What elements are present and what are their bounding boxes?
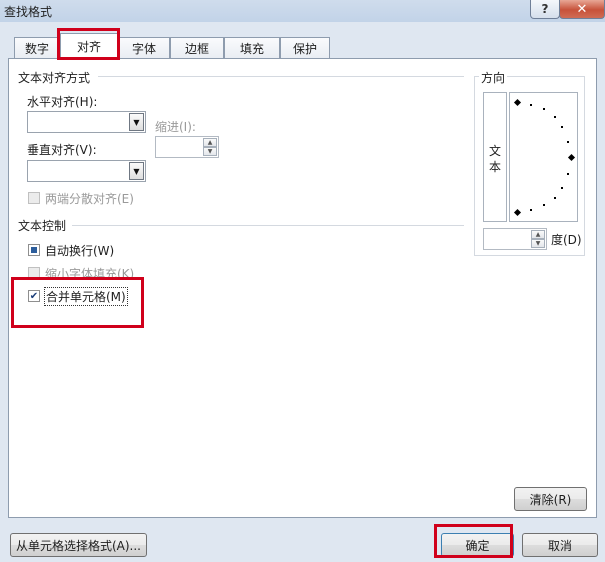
orientation-tick [561, 187, 563, 189]
chevron-down-icon[interactable]: ▼ [203, 147, 217, 156]
tab-fill[interactable]: 填充 [224, 37, 280, 58]
orientation-tick [567, 141, 569, 143]
clear-button[interactable]: 清除(R) [514, 487, 587, 511]
wrap-text-checkbox[interactable] [28, 244, 40, 256]
chevron-down-icon[interactable]: ▼ [531, 239, 545, 248]
horizontal-align-label: 水平对齐(H): [27, 95, 98, 109]
dialog-title: 查找格式 [4, 5, 53, 19]
justify-distributed-checkbox[interactable] [28, 192, 40, 204]
chevron-down-icon[interactable]: ▼ [129, 162, 144, 180]
orientation-tick [567, 173, 569, 175]
section-divider [72, 225, 464, 226]
degrees-stepper[interactable]: ▲ ▼ [531, 230, 545, 248]
indent-label: 缩进(I): [155, 120, 196, 134]
title-bar [0, 0, 605, 22]
text-control-section-title: 文本控制 [18, 217, 67, 234]
degrees-label: 度(D) [551, 233, 582, 247]
indeterminate-mark [31, 247, 37, 253]
chevron-up-icon[interactable]: ▲ [203, 138, 217, 147]
highlight-merge-cells [11, 277, 144, 328]
orientation-marker-horizontal [567, 153, 576, 162]
section-divider [98, 76, 464, 77]
orientation-tick [543, 204, 545, 206]
degrees-spinner[interactable]: ▲ ▼ [483, 228, 547, 250]
highlight-ok-button [434, 524, 513, 558]
tab-border[interactable]: 边框 [170, 37, 224, 58]
tab-number[interactable]: 数字 [14, 37, 60, 58]
tab-font[interactable]: 字体 [118, 37, 170, 58]
indent-stepper[interactable]: ▲ ▼ [203, 138, 217, 156]
orientation-section-title: 方向 [479, 69, 508, 86]
close-button[interactable]: ✕ [559, 0, 605, 19]
help-icon: ? [541, 2, 549, 16]
orientation-tick [543, 108, 545, 110]
highlight-alignment-tab [57, 28, 120, 60]
chevron-up-icon[interactable]: ▲ [531, 230, 545, 239]
vertical-text-label: 文本 [489, 144, 502, 174]
horizontal-align-select[interactable]: ▼ [27, 111, 146, 133]
orientation-tick [530, 104, 532, 106]
orientation-marker-top [513, 98, 522, 107]
justify-distributed-label: 两端分散对齐(E) [45, 192, 134, 206]
orientation-tick [554, 116, 556, 118]
orientation-tick [530, 209, 532, 211]
alignment-section-title: 文本对齐方式 [18, 69, 91, 86]
wrap-text-label: 自动换行(W) [45, 244, 115, 258]
choose-format-from-cell-button[interactable]: 从单元格选择格式(A)... [10, 533, 147, 557]
indent-spinner[interactable]: ▲ ▼ [155, 136, 219, 158]
cancel-button[interactable]: 取消 [522, 533, 598, 557]
chevron-down-icon[interactable]: ▼ [129, 113, 144, 131]
orientation-tick [561, 126, 563, 128]
vertical-align-label: 垂直对齐(V): [27, 143, 97, 157]
vertical-text-button[interactable]: 文本 [483, 92, 507, 222]
orientation-dial[interactable] [509, 92, 578, 222]
help-button[interactable]: ? [530, 0, 560, 19]
orientation-tick [554, 197, 556, 199]
vertical-align-select[interactable]: ▼ [27, 160, 146, 182]
tab-protection[interactable]: 保护 [280, 37, 330, 58]
orientation-marker-bottom [513, 208, 522, 217]
close-icon: ✕ [576, 1, 588, 17]
